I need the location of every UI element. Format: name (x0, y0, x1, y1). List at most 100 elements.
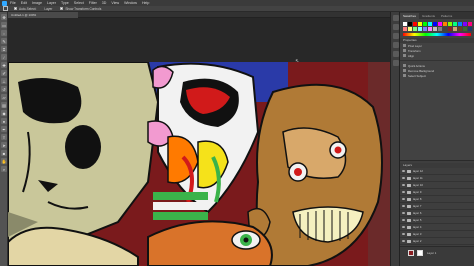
lasso-tool-button[interactable]: ◌ (1, 30, 7, 36)
quick-select-tool-button[interactable]: ✎ (1, 38, 7, 44)
gradient-tool-button[interactable]: ▤ (1, 102, 7, 108)
color-swatch[interactable] (463, 22, 467, 26)
color-swatch[interactable] (433, 22, 437, 26)
dodge-tool-button[interactable]: ● (1, 118, 7, 124)
color-swatch[interactable] (443, 22, 447, 26)
color-swatch[interactable] (428, 27, 432, 31)
color-swatch[interactable] (448, 22, 452, 26)
color-swatch[interactable] (443, 27, 447, 31)
color-swatch[interactable] (413, 22, 417, 26)
eraser-tool-button[interactable]: ▱ (1, 94, 7, 100)
tab-patterns[interactable]: Patterns (438, 13, 455, 19)
menu-select[interactable]: Select (74, 1, 84, 5)
move-tool-icon[interactable] (3, 6, 8, 11)
color-swatch[interactable] (423, 27, 427, 31)
history-tool-button[interactable]: ↺ (1, 86, 7, 92)
stamp-tool-button[interactable]: ⊥ (1, 78, 7, 84)
layer-row[interactable]: layer 3 (400, 231, 474, 238)
brushes-panel-icon[interactable] (393, 51, 399, 57)
hand-tool-button[interactable]: ✋ (1, 158, 7, 164)
menu-help[interactable]: Help (142, 1, 149, 5)
visibility-eye-icon[interactable] (402, 212, 405, 214)
color-swatch[interactable] (448, 27, 452, 31)
visibility-eye-icon[interactable] (402, 226, 405, 228)
type-tool-button[interactable]: T (1, 134, 7, 140)
color-swatch[interactable] (408, 22, 412, 26)
menu-view[interactable]: View (111, 1, 119, 5)
layer-row[interactable]: layer 4 (400, 224, 474, 231)
color-swatch[interactable] (413, 27, 417, 31)
zoom-tool-button[interactable]: ⌕ (1, 166, 7, 172)
menu-layer[interactable]: Layer (47, 1, 56, 5)
color-swatch[interactable] (428, 22, 432, 26)
color-swatch[interactable] (408, 27, 412, 31)
color-swatch[interactable] (453, 22, 457, 26)
move-tool-button[interactable]: ✥ (1, 14, 7, 20)
path-select-tool-button[interactable]: ➤ (1, 142, 7, 148)
visibility-eye-icon[interactable] (402, 205, 405, 207)
visibility-eye-icon[interactable] (402, 240, 405, 242)
layer-row[interactable]: layer 11 (400, 175, 474, 182)
visibility-eye-icon[interactable] (402, 177, 405, 179)
property-row[interactable]: Align (400, 53, 474, 58)
pen-tool-button[interactable]: ✒ (1, 126, 7, 132)
layer-row[interactable]: layer 2 (400, 238, 474, 245)
tab-gradients[interactable]: Gradients (419, 13, 438, 19)
layer-row[interactable]: layer 12 (400, 168, 474, 175)
background-color-swatch[interactable] (417, 250, 423, 256)
menu-file[interactable]: File (10, 1, 16, 5)
visibility-eye-icon[interactable] (402, 191, 405, 193)
color-swatch[interactable] (418, 27, 422, 31)
crop-tool-button[interactable]: ⌗ (1, 46, 7, 52)
color-swatch[interactable] (403, 22, 407, 26)
color-swatch[interactable] (438, 22, 442, 26)
menu-3d[interactable]: 3D (102, 1, 107, 5)
marquee-tool-button[interactable]: ▭ (1, 22, 7, 28)
history-panel-icon[interactable] (393, 15, 399, 21)
layer-row[interactable]: layer 8 (400, 196, 474, 203)
heal-tool-button[interactable]: ✚ (1, 62, 7, 68)
color-spectrum-bar[interactable] (403, 33, 471, 36)
show-transform-checkbox[interactable] (60, 7, 64, 10)
character-panel-icon[interactable] (393, 60, 399, 66)
color-swatch[interactable] (468, 22, 472, 26)
color-swatch[interactable] (423, 22, 427, 26)
layer-row[interactable]: layer 5 (400, 217, 474, 224)
channels-panel-icon[interactable] (393, 33, 399, 39)
visibility-eye-icon[interactable] (402, 170, 405, 172)
layer-row[interactable]: layer 10 (400, 182, 474, 189)
menu-window[interactable]: Window (124, 1, 137, 5)
color-swatch[interactable] (458, 22, 462, 26)
menu-image[interactable]: Image (32, 1, 42, 5)
property-row[interactable]: Select Subject (400, 73, 474, 78)
menu-type[interactable]: Type (61, 1, 69, 5)
layer-row[interactable]: layer 9 (400, 189, 474, 196)
eyedropper-tool-button[interactable]: ⁄ (1, 54, 7, 60)
shape-tool-button[interactable]: ■ (1, 150, 7, 156)
auto-select-checkbox[interactable] (14, 7, 17, 10)
color-swatch[interactable] (453, 27, 457, 31)
visibility-eye-icon[interactable] (402, 184, 405, 186)
color-swatch[interactable] (463, 27, 467, 31)
layer-row[interactable]: layer 6 (400, 210, 474, 217)
visibility-eye-icon[interactable] (402, 219, 405, 221)
visibility-eye-icon[interactable] (402, 198, 405, 200)
document-canvas[interactable] (8, 62, 390, 266)
brush-tool-button[interactable]: ✐ (1, 70, 7, 76)
color-swatch[interactable] (403, 27, 407, 31)
menu-filter[interactable]: Filter (89, 1, 97, 5)
tab-swatches[interactable]: Swatches (400, 13, 420, 19)
visibility-eye-icon[interactable] (402, 233, 405, 235)
foreground-color-swatch[interactable] (408, 250, 414, 256)
color-swatch[interactable] (458, 27, 462, 31)
adjustments-panel-icon[interactable] (393, 24, 399, 30)
color-swatch[interactable] (433, 27, 437, 31)
color-swatch[interactable] (468, 27, 472, 31)
layer-row[interactable]: layer 7 (400, 203, 474, 210)
blur-tool-button[interactable]: ◆ (1, 110, 7, 116)
color-swatch[interactable] (438, 27, 442, 31)
color-swatch[interactable] (418, 22, 422, 26)
layer-select[interactable]: Layer (44, 7, 52, 11)
menu-edit[interactable]: Edit (21, 1, 27, 5)
paths-panel-icon[interactable] (393, 42, 399, 48)
